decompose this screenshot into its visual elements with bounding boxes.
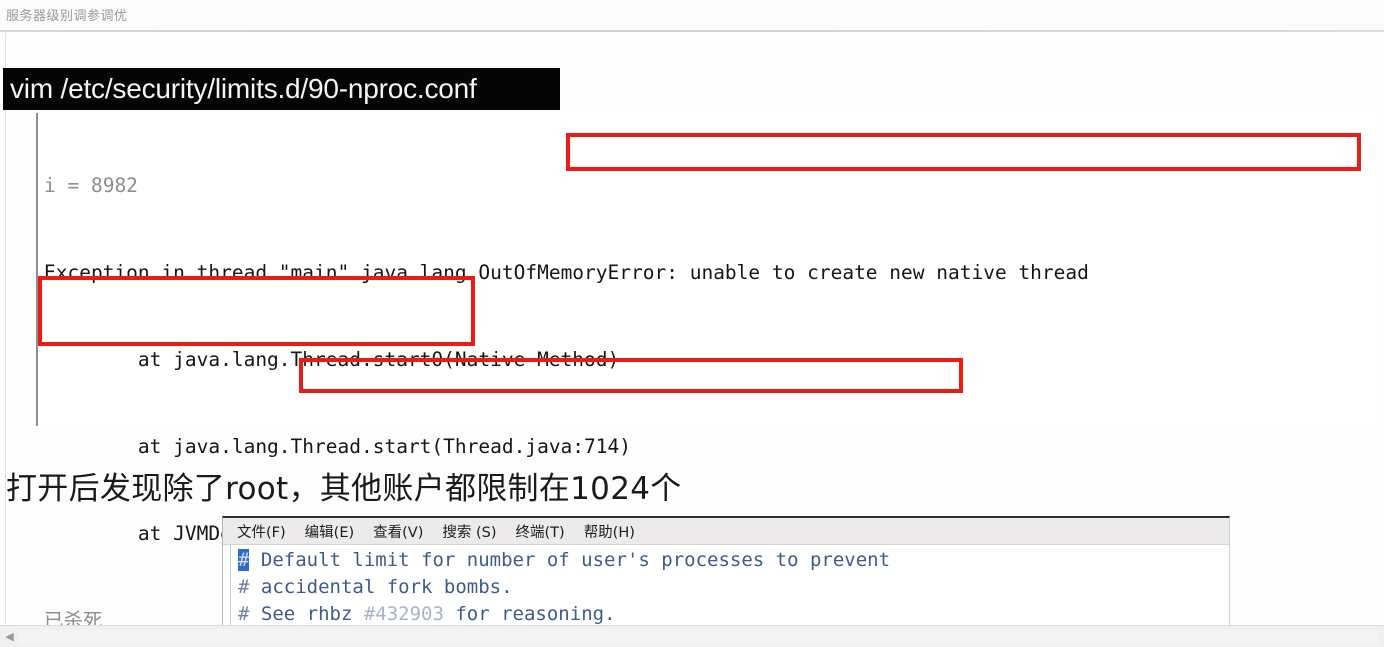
vim-window: 文件(F) 编辑(E) 查看(V) 搜索 (S) 终端(T) 帮助(H) # D… <box>222 516 1230 628</box>
vim-line-2: # accidental fork bombs. <box>232 574 1229 601</box>
terminal-line-exception: Exception in thread "main" java.lang.Out… <box>44 258 1374 287</box>
menu-item-search[interactable]: 搜索 (S) <box>442 521 496 542</box>
slide-page: 服务器级别调参调优 vim /etc/security/limits.d/90-… <box>0 0 1384 647</box>
terminal-line-stack-2: at java.lang.Thread.start(Thread.java:71… <box>44 435 631 458</box>
page-title: 服务器级别调参调优 <box>6 8 128 23</box>
scrollbar-track[interactable] <box>18 630 1378 644</box>
scroll-left-arrow-icon[interactable]: ◀ <box>2 629 17 644</box>
terminal-i-value: i = 8982 <box>44 174 138 197</box>
vim-text-area[interactable]: # Default limit for number of user's pro… <box>223 545 1229 628</box>
terminal-line-stack-1: at java.lang.Thread.start0(Native Method… <box>44 348 620 371</box>
exception-prefix: Exception in thread "main" java.lang. <box>44 261 479 284</box>
horizontal-scrollbar[interactable]: ◀ <box>0 625 1384 647</box>
caption-text: 打开后发现除了root，其他账户都限制在1024个 <box>6 471 682 507</box>
vim-line-3-text-b: for reasoning. <box>443 603 616 625</box>
vim-line-1-text: Default limit for number of user's proce… <box>249 549 891 571</box>
menu-item-terminal[interactable]: 终端(T) <box>516 521 565 542</box>
vim-menubar: 文件(F) 编辑(E) 查看(V) 搜索 (S) 终端(T) 帮助(H) <box>223 518 1229 545</box>
vim-line-2-text: accidental fork bombs. <box>249 576 513 598</box>
vim-line-3: # See rhbz #432903 for reasoning. <box>232 601 1229 628</box>
vim-hash-3: # <box>238 603 250 625</box>
terminal-left-border <box>36 113 38 426</box>
terminal-screenshot: i = 8982 Exception in thread "main" java… <box>36 113 1376 632</box>
terminal-line-i-value: i = 8982 <box>44 171 1374 200</box>
command-banner-text: vim /etc/security/limits.d/90-nproc.conf <box>10 73 477 104</box>
page-header: 服务器级别调参调优 <box>0 0 1384 31</box>
vim-cursor-hash: # <box>238 549 250 571</box>
menu-item-view[interactable]: 查看(V) <box>373 521 423 542</box>
command-banner: vim /etc/security/limits.d/90-nproc.conf <box>3 68 560 110</box>
vim-hash-2: # <box>238 576 250 598</box>
vim-left-gutter <box>230 545 231 628</box>
vim-line-1: # Default limit for number of user's pro… <box>232 547 1229 574</box>
menu-item-file[interactable]: 文件(F) <box>237 521 286 542</box>
slide-left-border <box>5 33 6 625</box>
exception-highlight-text: OutOfMemoryError: unable to create new n… <box>478 261 1089 284</box>
menu-item-edit[interactable]: 编辑(E) <box>305 521 354 542</box>
vim-line-3-text-a: See rhbz <box>249 603 364 625</box>
vim-line-3-number: #432903 <box>363 603 444 625</box>
header-divider <box>0 30 1384 32</box>
menu-item-help[interactable]: 帮助(H) <box>584 521 635 542</box>
